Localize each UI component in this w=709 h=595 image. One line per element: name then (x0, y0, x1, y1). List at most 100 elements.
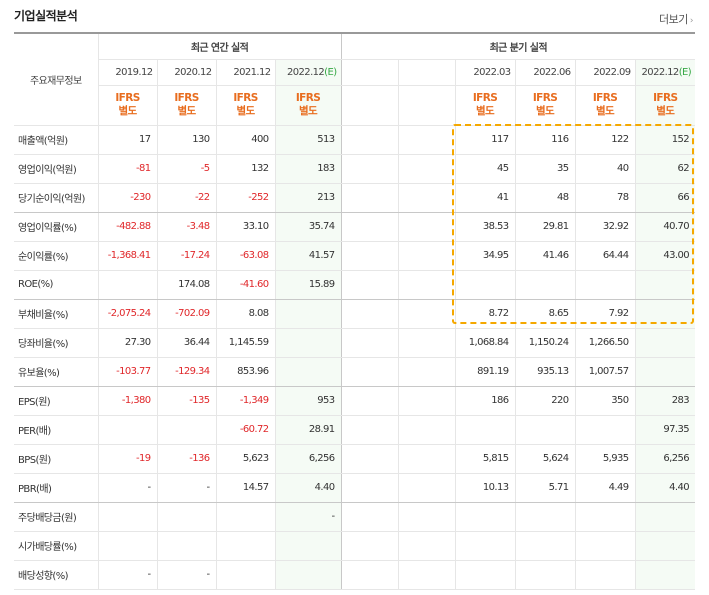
value-cell (340, 386, 398, 416)
value-cell: 513 (274, 125, 341, 155)
row-label[interactable]: EPS(원) (14, 386, 98, 416)
value-cell (454, 560, 515, 590)
row-label[interactable]: PBR(배) (14, 473, 98, 503)
value-cell (397, 241, 455, 271)
row-label[interactable]: PER(배) (14, 415, 98, 445)
value-cell (340, 212, 398, 242)
value-cell: -103.77 (97, 357, 157, 387)
section-title: 기업실적분석 (14, 9, 78, 23)
value-cell: 35 (514, 154, 575, 184)
value-cell: 132 (215, 154, 275, 184)
value-cell (215, 560, 275, 590)
value-cell: 220 (514, 386, 575, 416)
value-cell (634, 357, 696, 387)
value-cell: 38.53 (454, 212, 515, 242)
value-cell: 400 (215, 125, 275, 155)
value-cell (97, 502, 157, 532)
row-label[interactable]: 매출액(억원) (14, 125, 98, 155)
row-label[interactable]: 순이익률(%) (14, 241, 98, 271)
value-cell: - (156, 473, 216, 503)
value-cell (274, 531, 341, 561)
value-cell (97, 415, 157, 445)
value-cell: 10.13 (454, 473, 515, 503)
value-cell (340, 299, 398, 329)
rowhead-label: 주요재무정보 (14, 33, 98, 126)
value-cell (340, 502, 398, 532)
row-label[interactable]: 부채비율(%) (14, 299, 98, 329)
row-label[interactable]: 영업이익(억원) (14, 154, 98, 184)
value-cell: 4.49 (574, 473, 635, 503)
value-cell (397, 473, 455, 503)
value-cell: 6,256 (634, 444, 696, 474)
ifrs-header: IFRS 별도 (634, 85, 696, 126)
value-cell (397, 560, 455, 590)
value-cell (634, 299, 696, 329)
value-cell (514, 560, 575, 590)
value-cell (574, 560, 635, 590)
value-cell (397, 299, 455, 329)
year-header (397, 59, 455, 86)
value-cell (397, 444, 455, 474)
value-cell: - (97, 560, 157, 590)
value-cell (340, 183, 398, 213)
value-cell (215, 502, 275, 532)
value-cell (340, 560, 398, 590)
value-cell: 5,624 (514, 444, 575, 474)
row-label[interactable]: 배당성향(%) (14, 560, 98, 590)
value-cell: 350 (574, 386, 635, 416)
value-cell: 5,935 (574, 444, 635, 474)
value-cell: 97.35 (634, 415, 696, 445)
row-label[interactable]: 당좌비율(%) (14, 328, 98, 358)
year-header: 2020.12 (156, 59, 216, 86)
value-cell (397, 502, 455, 532)
table-row: PER(배) -60.72 28.91 97.35 (14, 415, 696, 445)
value-cell (274, 357, 341, 387)
year-header: 2019.12 (97, 59, 157, 86)
value-cell: -3.48 (156, 212, 216, 242)
ifrs-header (340, 85, 398, 126)
value-cell (397, 386, 455, 416)
row-label[interactable]: 주당배당금(원) (14, 502, 98, 532)
row-label[interactable]: 유보율(%) (14, 357, 98, 387)
table-row: 영업이익(억원) -81 -5 132 183 45 35 40 62 (14, 154, 696, 184)
more-label: 더보기 (659, 13, 688, 26)
value-cell (574, 502, 635, 532)
value-cell: - (97, 473, 157, 503)
value-cell (454, 270, 515, 300)
more-link[interactable]: 더보기 › (659, 11, 694, 27)
value-cell (156, 531, 216, 561)
value-cell: -19 (97, 444, 157, 474)
table-row: 당좌비율(%) 27.30 36.44 1,145.59 1,068.84 1,150.2… (14, 328, 696, 358)
value-cell (514, 531, 575, 561)
value-cell (340, 241, 398, 271)
value-cell: -135 (156, 386, 216, 416)
value-cell: 186 (454, 386, 515, 416)
value-cell: 152 (634, 125, 696, 155)
value-cell (514, 415, 575, 445)
value-cell (514, 502, 575, 532)
value-cell: 45 (454, 154, 515, 184)
value-cell: 1,007.57 (574, 357, 635, 387)
row-label[interactable]: BPS(원) (14, 444, 98, 474)
value-cell: -5 (156, 154, 216, 184)
quarter-title: 최근 분기 실적 (340, 33, 696, 60)
value-cell (274, 299, 341, 329)
value-cell: 66 (634, 183, 696, 213)
financial-table: 주요재무정보 최근 연간 실적 최근 분기 실적 2019.12 2020.12 2… (14, 32, 696, 590)
value-cell: 283 (634, 386, 696, 416)
row-label[interactable]: 시가배당률(%) (14, 531, 98, 561)
value-cell: 48 (514, 183, 575, 213)
value-cell: 41.46 (514, 241, 575, 271)
value-cell (156, 415, 216, 445)
value-cell: 935.13 (514, 357, 575, 387)
row-label[interactable]: ROE(%) (14, 270, 98, 300)
row-label[interactable]: 영업이익률(%) (14, 212, 98, 242)
ifrs-header: IFRS 별도 (274, 85, 341, 126)
value-cell: 34.95 (454, 241, 515, 271)
value-cell (340, 531, 398, 561)
value-cell: 8.08 (215, 299, 275, 329)
row-label[interactable]: 당기순이익(억원) (14, 183, 98, 213)
value-cell (634, 502, 696, 532)
value-cell (340, 154, 398, 184)
value-cell: -2,075.24 (97, 299, 157, 329)
